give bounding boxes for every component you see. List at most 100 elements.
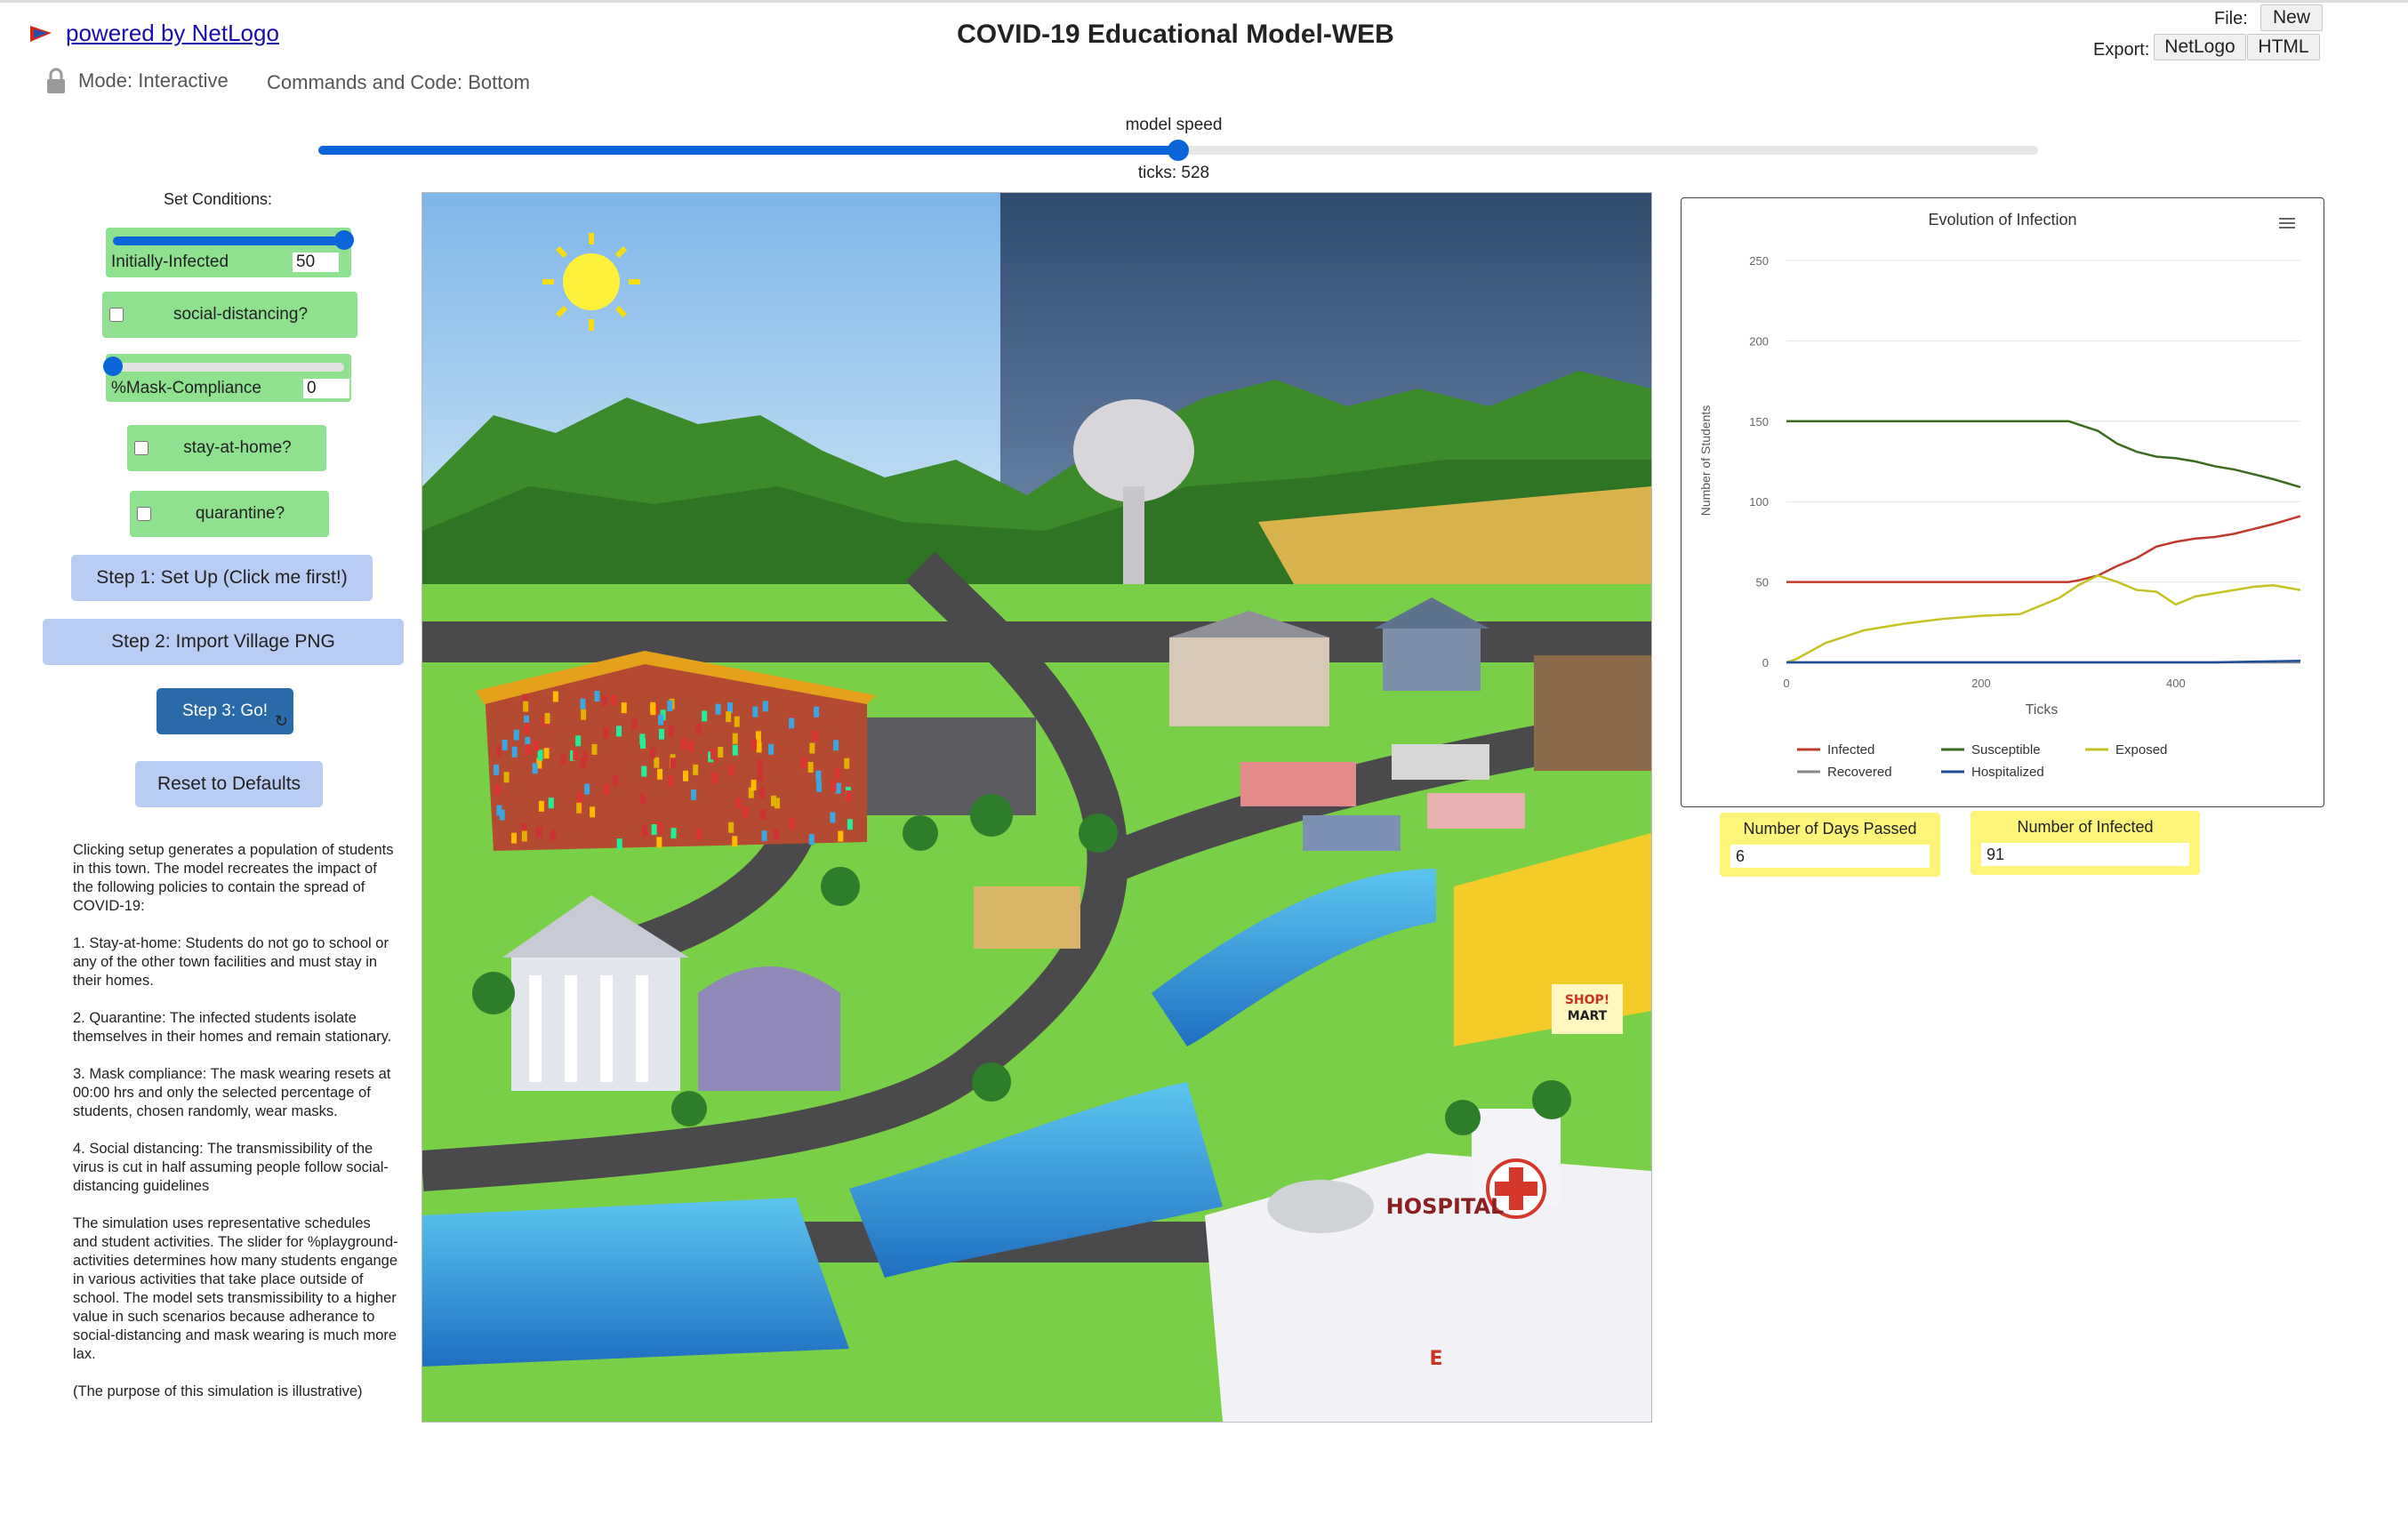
student-agent bbox=[654, 757, 660, 768]
quarantine-checkbox[interactable] bbox=[137, 507, 151, 521]
social-distancing-switch[interactable]: social-distancing? bbox=[102, 292, 357, 338]
student-agent bbox=[594, 691, 600, 702]
student-agent bbox=[503, 772, 510, 783]
student-agent bbox=[641, 766, 647, 777]
student-agent bbox=[670, 828, 677, 839]
y-tick-label: 100 bbox=[1749, 495, 1769, 509]
mask-compliance-slider[interactable]: %Mask-Compliance 0 bbox=[103, 354, 351, 402]
legend-item-infected[interactable]: Infected bbox=[1827, 742, 1874, 758]
x-tick-label: 200 bbox=[1971, 677, 1991, 690]
import-village-button[interactable]: Step 2: Import Village PNG bbox=[43, 619, 404, 665]
student-agent bbox=[657, 822, 663, 833]
legend-item-recovered[interactable]: Recovered bbox=[1827, 765, 1892, 780]
y-tick-label: 50 bbox=[1756, 576, 1769, 589]
student-agent bbox=[582, 751, 589, 763]
student-agent bbox=[762, 701, 768, 712]
student-agent bbox=[552, 691, 558, 702]
student-agent bbox=[768, 743, 775, 755]
student-agent bbox=[715, 703, 721, 715]
mask-compliance-label: %Mask-Compliance bbox=[111, 379, 261, 397]
student-agent bbox=[815, 770, 822, 782]
student-agent bbox=[548, 798, 554, 809]
student-agent bbox=[521, 830, 527, 842]
student-agent bbox=[502, 740, 508, 751]
student-agent bbox=[603, 783, 609, 795]
info-paragraph: 2. Quarantine: The infected students iso… bbox=[73, 1010, 392, 1045]
lock-icon[interactable] bbox=[46, 68, 66, 94]
social-distancing-label: social-distancing? bbox=[173, 305, 309, 324]
student-agent bbox=[538, 800, 544, 812]
info-paragraph: The simulation uses representative sched… bbox=[73, 1215, 398, 1362]
new-button[interactable]: New bbox=[2260, 4, 2323, 31]
shop-sign-line1: SHOP! bbox=[1565, 993, 1609, 1007]
student-agent bbox=[834, 768, 840, 780]
student-agent bbox=[590, 806, 596, 818]
export-netlogo-button[interactable]: NetLogo bbox=[2154, 34, 2246, 60]
student-agent bbox=[550, 830, 556, 841]
commands-position-toggle[interactable]: Commands and Code: Bottom bbox=[267, 71, 530, 94]
initially-infected-thumb[interactable] bbox=[334, 230, 354, 250]
export-html-button[interactable]: HTML bbox=[2247, 34, 2320, 60]
infected-count-monitor: Number of Infected 91 bbox=[1971, 811, 2200, 875]
student-agent bbox=[681, 738, 687, 749]
legend-item-exposed[interactable]: Exposed bbox=[2115, 742, 2167, 758]
reset-defaults-button[interactable]: Reset to Defaults bbox=[135, 761, 323, 807]
student-agent bbox=[734, 716, 740, 727]
mode-toggle[interactable]: Mode: Interactive bbox=[46, 68, 229, 94]
student-agent bbox=[576, 802, 582, 814]
quarantine-switch[interactable]: quarantine? bbox=[130, 491, 329, 537]
student-agent bbox=[524, 722, 530, 733]
model-speed-thumb[interactable] bbox=[1168, 140, 1189, 161]
legend-item-hospitalized[interactable]: Hospitalized bbox=[1971, 765, 2044, 780]
student-agent bbox=[651, 824, 657, 836]
student-agent bbox=[761, 830, 767, 842]
mask-compliance-value[interactable]: 0 bbox=[303, 379, 349, 398]
tick-counter: ticks: 528 bbox=[1137, 164, 1210, 182]
go-button[interactable]: Step 3: Go! ↻ bbox=[157, 688, 293, 734]
initially-infected-value[interactable]: 50 bbox=[293, 252, 339, 272]
stay-at-home-switch[interactable]: stay-at-home? bbox=[127, 425, 326, 471]
info-paragraph: 1. Stay-at-home: Students do not go to s… bbox=[73, 935, 389, 989]
student-agent bbox=[742, 806, 749, 818]
student-agent bbox=[844, 758, 850, 769]
student-agent bbox=[710, 749, 717, 760]
chart-menu-icon[interactable] bbox=[2279, 218, 2295, 228]
student-agent bbox=[649, 748, 655, 759]
student-agent bbox=[835, 782, 841, 794]
student-agent bbox=[543, 748, 550, 759]
student-agent bbox=[611, 694, 617, 706]
stay-at-home-checkbox[interactable] bbox=[134, 441, 148, 455]
student-agent bbox=[758, 770, 764, 782]
student-agent bbox=[833, 740, 839, 751]
student-agent bbox=[616, 725, 622, 737]
student-agent bbox=[523, 701, 529, 712]
student-agent bbox=[693, 764, 699, 775]
y-tick-label: 150 bbox=[1749, 415, 1769, 429]
y-axis-label: Number of Students bbox=[1698, 405, 1713, 517]
x-tick-label: 0 bbox=[1783, 677, 1789, 690]
student-agent bbox=[537, 749, 543, 761]
mask-compliance-thumb[interactable] bbox=[103, 357, 123, 376]
student-agent bbox=[750, 739, 757, 750]
social-distancing-checkbox[interactable] bbox=[109, 308, 124, 322]
student-agent bbox=[687, 741, 694, 752]
student-agent bbox=[800, 758, 807, 769]
legend-item-susceptible[interactable]: Susceptible bbox=[1971, 742, 2041, 758]
world-view[interactable]: SHOP! MART HOSPITAL E bbox=[421, 192, 1652, 1423]
student-agent bbox=[581, 709, 587, 720]
student-agent bbox=[639, 793, 646, 805]
export-label: Export: bbox=[2093, 40, 2150, 60]
setup-button[interactable]: Step 1: Set Up (Click me first!) bbox=[71, 555, 373, 601]
model-speed-slider[interactable] bbox=[318, 140, 2038, 161]
student-agent bbox=[584, 783, 590, 795]
infection-plot[interactable]: Evolution of Infection 0 50 100 150 200 250 0… bbox=[1681, 197, 2324, 807]
student-agent bbox=[495, 745, 502, 757]
student-agent bbox=[728, 765, 734, 776]
student-agent bbox=[668, 775, 674, 787]
student-agent bbox=[847, 819, 853, 830]
student-agent bbox=[732, 733, 738, 744]
student-agent bbox=[789, 717, 795, 729]
initially-infected-slider[interactable]: Initially-Infected 50 bbox=[106, 228, 354, 277]
student-agent bbox=[511, 832, 518, 844]
student-agent bbox=[525, 743, 531, 755]
